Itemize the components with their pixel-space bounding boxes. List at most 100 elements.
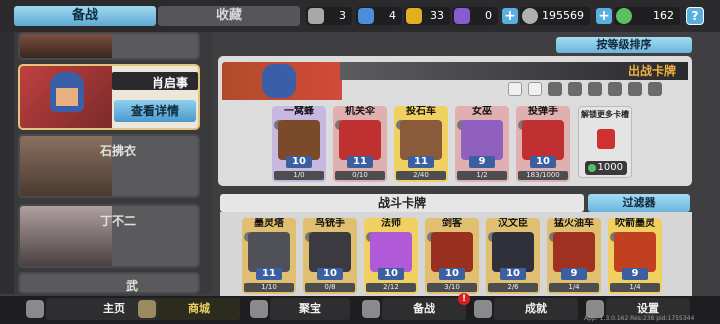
purple-shield-counter: 0: [452, 7, 498, 25]
deck-title: 战斗卡牌: [220, 194, 584, 212]
battle-cards-title: 出战卡牌: [340, 62, 688, 80]
unit-icon: [614, 232, 656, 272]
helmet-icon: [262, 64, 296, 98]
card-level: 10: [286, 156, 312, 168]
silver-shield-icon: [308, 8, 324, 24]
unit-icon: [309, 232, 351, 272]
slot-icon: [568, 82, 582, 96]
card-progress: 1/4: [549, 283, 599, 292]
filter-button[interactable]: 过滤器: [588, 194, 690, 212]
unlock-slot-button[interactable]: 解锁更多卡槽 1000: [578, 106, 632, 178]
card-level: 11: [347, 156, 373, 168]
deck_cards-card[interactable]: 吹箭墨灵 9 1/4: [608, 218, 662, 294]
card-progress: 2/40: [396, 171, 446, 180]
nav-cards[interactable]: 备战: [382, 298, 466, 320]
card-progress: 2/6: [488, 283, 538, 292]
hero-portrait: [20, 34, 112, 58]
deck_cards-card[interactable]: 猛火油车 9 1/4: [547, 218, 601, 294]
card-level: 11: [408, 156, 434, 168]
tab-prepare[interactable]: 备战: [14, 6, 156, 26]
deck_cards-card[interactable]: 鸟铳手 10 0/8: [303, 218, 357, 294]
battle_cards-card[interactable]: 一窝蜂 10 1/0: [272, 106, 326, 182]
unit-icon: [278, 120, 320, 160]
deck_cards-card[interactable]: 墨灵塔 11 1/10: [242, 218, 296, 294]
card-name: 投石车: [406, 106, 436, 117]
sort-by-level-button[interactable]: 按等级排序: [556, 37, 692, 53]
hero-list-scrollbar[interactable]: [0, 32, 14, 294]
battle_cards-card[interactable]: 投石车 11 2/40: [394, 106, 448, 182]
unit-icon: [553, 232, 595, 272]
deck_cards-card[interactable]: 剑客 10 3/10: [425, 218, 479, 294]
add-gem-button[interactable]: +: [596, 8, 612, 24]
card-name: 墨灵塔: [254, 218, 284, 229]
nav-achievement[interactable]: 成就: [494, 298, 578, 320]
slot-icon: [508, 82, 522, 96]
card-level: 10: [500, 268, 526, 280]
battle_cards-card[interactable]: 投弹手 10 183/1000: [516, 106, 570, 182]
gem-value: 162: [653, 9, 674, 22]
deck_cards-card[interactable]: 汉文臣 10 2/6: [486, 218, 540, 294]
help-icon: ?: [691, 9, 699, 23]
slot-icon: [548, 82, 562, 96]
card-progress: 2/12: [366, 283, 416, 292]
card-level: 10: [378, 268, 404, 280]
treasure-icon: [250, 300, 268, 318]
blue-shield-counter: 4: [356, 7, 402, 25]
gold-shield-icon: [406, 8, 422, 24]
blue-shield-icon: [358, 8, 374, 24]
card-level: 11: [256, 268, 282, 280]
slot-icon: [528, 82, 542, 96]
card-progress: 0/10: [335, 171, 385, 180]
hero-banner: [222, 62, 342, 100]
slot-icon: [628, 82, 642, 96]
gold-shield-counter: 33: [404, 7, 450, 25]
battle_cards-card[interactable]: 女巫 9 1/2: [455, 106, 509, 182]
hero-name: 丁不二: [100, 214, 137, 228]
card-level: 10: [317, 268, 343, 280]
deck_cards-card[interactable]: 法师 10 2/12: [364, 218, 418, 294]
unlock-cost: 1000: [585, 161, 627, 175]
card-progress: 1/10: [244, 283, 294, 292]
tab-collection[interactable]: 收藏: [158, 6, 300, 26]
hero-name: 肖启事: [152, 76, 189, 90]
unit-icon: [431, 232, 473, 272]
gold-shield-value: 33: [430, 9, 444, 22]
version-text: App: 1.3.0.162 Res:238 pid:1755344: [584, 315, 695, 322]
nav-treasure[interactable]: 聚宝: [270, 298, 350, 320]
card-name: 机关伞: [345, 106, 375, 117]
silver-shield-value: 3: [339, 9, 346, 22]
unit-icon: [370, 232, 412, 272]
card-name: 投弹手: [528, 106, 558, 117]
blue-shield-value: 4: [389, 9, 396, 22]
card-name: 猛火油车: [554, 218, 594, 229]
card-name: 汉文臣: [498, 218, 528, 229]
card-name: 法师: [381, 218, 401, 229]
card-name: 剑客: [442, 218, 462, 229]
nav-shop[interactable]: 商城: [158, 298, 240, 320]
card-name: 一窝蜂: [284, 106, 314, 117]
card-level: 10: [530, 156, 556, 168]
gem-icon: [616, 8, 632, 24]
battle_cards-card[interactable]: 机关伞 11 0/10: [333, 106, 387, 182]
unit-icon: [400, 120, 442, 160]
hero-item-shifuyi[interactable]: 石拂衣: [18, 134, 200, 198]
card-progress: 1/2: [457, 171, 507, 180]
coin-icon: [522, 8, 538, 24]
unlock-label: 解锁更多卡槽: [581, 110, 629, 119]
view-details-button[interactable]: 查看详情: [114, 100, 196, 122]
card-level: 9: [469, 156, 495, 168]
hero-name: 武: [126, 279, 139, 293]
hero-item-dingbuer[interactable]: 丁不二: [18, 204, 200, 268]
add-coin-button[interactable]: +: [502, 8, 518, 24]
hero-item-selected[interactable]: 肖启事 查看详情: [18, 64, 200, 130]
lock-icon: [597, 129, 615, 149]
hero-item-wu[interactable]: 武: [18, 272, 200, 294]
silver-shield-counter: 3: [306, 7, 352, 25]
hero-item-top[interactable]: [18, 32, 200, 60]
shop-icon: [138, 300, 156, 318]
help-button[interactable]: ?: [686, 7, 704, 25]
slot-icon: [608, 82, 622, 96]
hero-portrait-shifuyi: [20, 136, 112, 196]
card-progress: 1/4: [610, 283, 660, 292]
card-name: 鸟铳手: [315, 218, 345, 229]
